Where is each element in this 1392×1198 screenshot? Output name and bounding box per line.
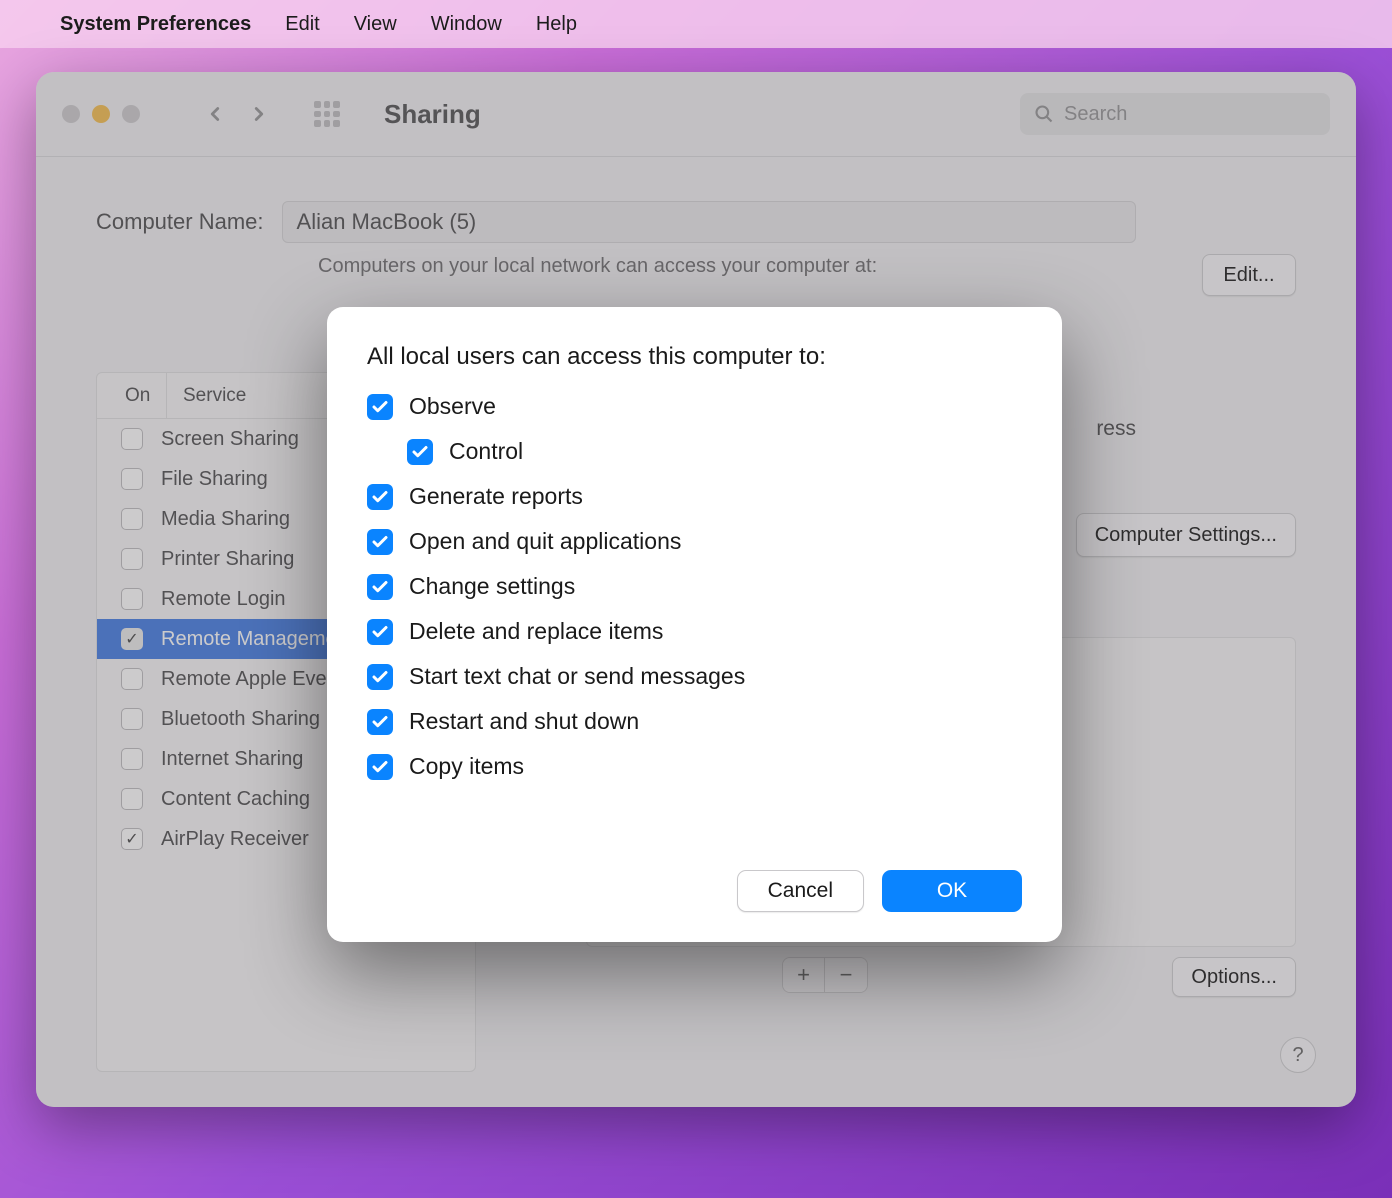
- menu-help[interactable]: Help: [536, 13, 577, 36]
- access-option-label: Observe: [409, 393, 496, 420]
- access-option-checkbox[interactable]: [367, 754, 393, 780]
- dialog-title: All local users can access this computer…: [367, 343, 1022, 371]
- access-option-checkbox[interactable]: [367, 574, 393, 600]
- app-name[interactable]: System Preferences: [60, 13, 251, 36]
- access-option-row[interactable]: Control: [407, 438, 1022, 465]
- ok-button[interactable]: OK: [882, 870, 1022, 912]
- access-option-checkbox[interactable]: [407, 439, 433, 465]
- access-option-label: Change settings: [409, 573, 575, 600]
- menubar: System Preferences Edit View Window Help: [0, 0, 1392, 48]
- menu-edit[interactable]: Edit: [285, 13, 319, 36]
- access-option-checkbox[interactable]: [367, 484, 393, 510]
- access-option-row[interactable]: Open and quit applications: [367, 528, 1022, 555]
- access-option-label: Copy items: [409, 753, 524, 780]
- access-option-checkbox[interactable]: [367, 709, 393, 735]
- access-option-label: Start text chat or send messages: [409, 663, 745, 690]
- access-option-row[interactable]: Start text chat or send messages: [367, 663, 1022, 690]
- access-option-label: Restart and shut down: [409, 708, 639, 735]
- access-option-row[interactable]: Delete and replace items: [367, 618, 1022, 645]
- menu-view[interactable]: View: [354, 13, 397, 36]
- access-option-label: Generate reports: [409, 483, 583, 510]
- menu-window[interactable]: Window: [431, 13, 502, 36]
- access-option-label: Open and quit applications: [409, 528, 681, 555]
- access-option-row[interactable]: Restart and shut down: [367, 708, 1022, 735]
- access-option-row[interactable]: Generate reports: [367, 483, 1022, 510]
- access-option-checkbox[interactable]: [367, 619, 393, 645]
- access-option-row[interactable]: Copy items: [367, 753, 1022, 780]
- access-option-checkbox[interactable]: [367, 394, 393, 420]
- access-option-checkbox[interactable]: [367, 664, 393, 690]
- access-option-row[interactable]: Change settings: [367, 573, 1022, 600]
- access-option-label: Control: [449, 438, 523, 465]
- cancel-button[interactable]: Cancel: [737, 870, 864, 912]
- access-options-dialog: All local users can access this computer…: [327, 307, 1062, 942]
- access-option-row[interactable]: Observe: [367, 393, 1022, 420]
- access-option-checkbox[interactable]: [367, 529, 393, 555]
- access-option-label: Delete and replace items: [409, 618, 663, 645]
